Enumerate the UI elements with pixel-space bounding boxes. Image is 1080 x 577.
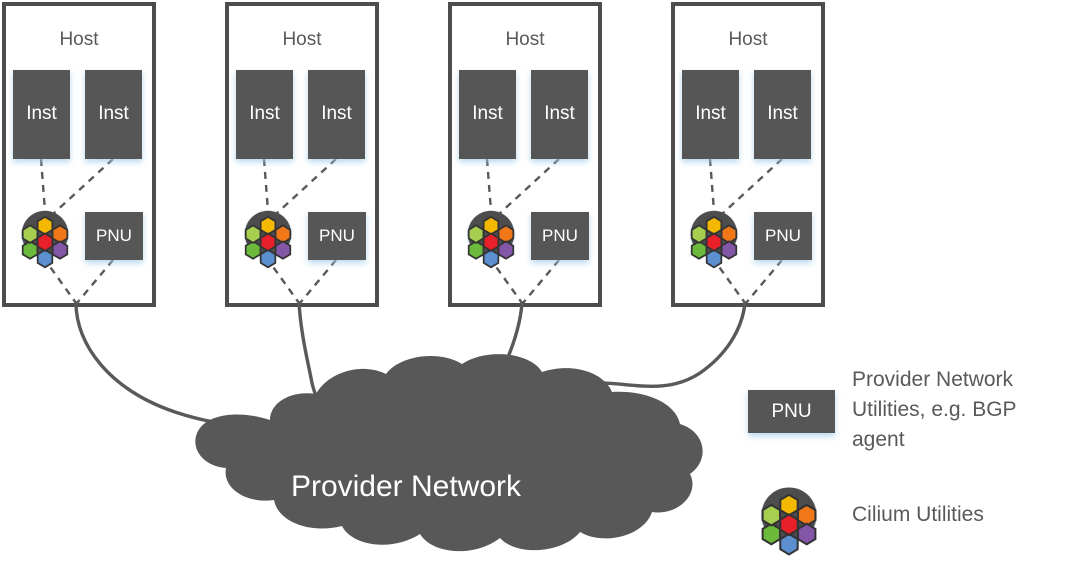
inst-label-1-1: Inst bbox=[26, 103, 57, 124]
pnu-label-3: PNU bbox=[542, 226, 578, 245]
cilium-logo-icon-4[interactable] bbox=[690, 210, 738, 269]
host-to-cloud-link-1 bbox=[74, 301, 242, 427]
host-to-cloud-link-4 bbox=[593, 301, 747, 389]
cilium-logo-icon-2[interactable] bbox=[244, 210, 292, 269]
pnu-label-4: PNU bbox=[765, 226, 801, 245]
legend-item-1-line-3: agent bbox=[852, 428, 905, 451]
host-label-3: Host bbox=[505, 29, 545, 50]
host-group-4[interactable] bbox=[593, 2, 825, 389]
host-group-2[interactable] bbox=[225, 2, 379, 410]
legend-item-2-line-1: Cilium Utilities bbox=[852, 503, 984, 526]
inst-label-2-1: Inst bbox=[249, 103, 280, 124]
host-group-3[interactable] bbox=[448, 2, 602, 408]
inst-label-1-2: Inst bbox=[98, 103, 129, 124]
diagram-canvas: Host Host Host Host Inst Inst Inst Inst … bbox=[0, 0, 1080, 577]
inst-label-4-1: Inst bbox=[695, 103, 726, 124]
inst-label-4-2: Inst bbox=[767, 103, 798, 124]
pnu-label-1: PNU bbox=[96, 226, 132, 245]
legend-pnu-symbol-label: PNU bbox=[771, 401, 812, 422]
pnu-label-2: PNU bbox=[319, 226, 355, 245]
cilium-logo-icon-1[interactable] bbox=[21, 210, 69, 269]
inst-label-3-2: Inst bbox=[544, 103, 575, 124]
legend-cilium-logo-icon[interactable] bbox=[761, 487, 817, 556]
inst-label-3-1: Inst bbox=[472, 103, 503, 124]
cloud-label: Provider Network bbox=[290, 470, 522, 503]
host-label-4: Host bbox=[728, 29, 768, 50]
host-label-1: Host bbox=[59, 29, 99, 50]
legend-item-1-line-2: Utilities, e.g. BGP bbox=[852, 398, 1017, 421]
cilium-logo-icon-3[interactable] bbox=[467, 210, 515, 269]
host-label-2: Host bbox=[282, 29, 322, 50]
legend-item-1-line-1: Provider Network bbox=[852, 368, 1014, 391]
host-group-1[interactable] bbox=[2, 2, 242, 427]
inst-label-2-2: Inst bbox=[321, 103, 352, 124]
